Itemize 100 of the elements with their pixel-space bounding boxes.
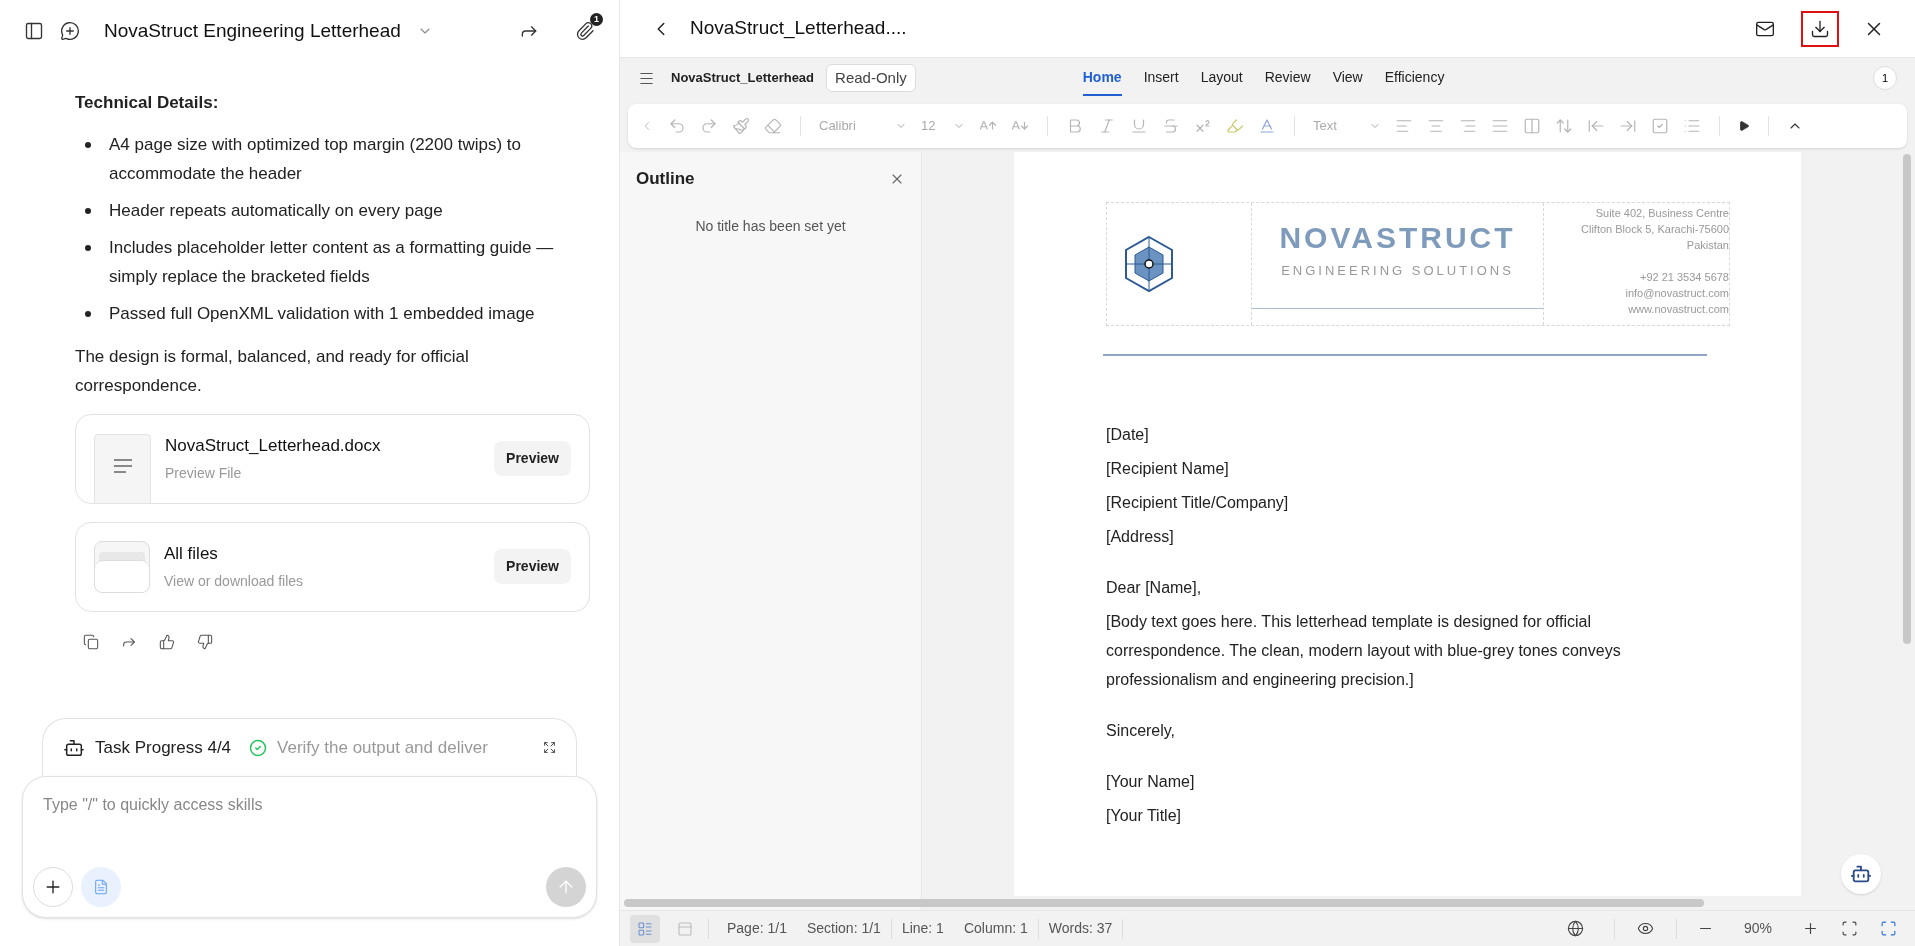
thumbs-down-button[interactable] bbox=[197, 633, 213, 650]
file-name: NovaStruct_Letterhead.docx bbox=[165, 435, 382, 458]
address-line: Pakistan bbox=[1686, 238, 1729, 253]
play-icon[interactable] bbox=[1738, 120, 1750, 132]
columns-icon[interactable] bbox=[1523, 117, 1541, 135]
eye-icon[interactable] bbox=[1636, 920, 1654, 937]
read-only-badge: Read-Only bbox=[826, 63, 916, 93]
new-chat-button[interactable] bbox=[60, 21, 80, 41]
bullet-text: Header repeats automatically on every page bbox=[109, 199, 443, 222]
letter-text: Sincerely, bbox=[1106, 721, 1177, 741]
bullet-text: A4 page size with optimized top margin (2200 twips) to accommodate the header bbox=[109, 133, 522, 185]
ribbon-tab[interactable]: Review bbox=[1264, 60, 1311, 96]
indent-icon[interactable] bbox=[1619, 117, 1637, 135]
align-center-icon[interactable] bbox=[1427, 117, 1445, 135]
bullet-text: Passed full OpenXML validation with 1 embedded image bbox=[109, 302, 535, 325]
thumbs-up-button[interactable] bbox=[159, 633, 175, 650]
fit-page-icon[interactable] bbox=[1841, 920, 1858, 937]
line-spacing-icon[interactable] bbox=[1555, 117, 1573, 135]
zoom-level: 90% bbox=[1743, 919, 1772, 938]
align-right-icon[interactable] bbox=[1459, 117, 1477, 135]
zoom-in-icon[interactable] bbox=[1802, 920, 1819, 937]
format-painter-icon[interactable] bbox=[732, 117, 750, 135]
download-icon bbox=[1810, 18, 1830, 39]
file-card[interactable]: NovaStruct_Letterhead.docx Preview File Preview bbox=[75, 413, 590, 504]
comment-count-badge: 1 bbox=[1873, 66, 1897, 90]
ribbon-tab[interactable]: Home bbox=[1082, 60, 1122, 96]
redo-icon[interactable] bbox=[700, 117, 718, 135]
task-step-text: Verify the output and deliver bbox=[277, 736, 488, 759]
letter-text: [Date] bbox=[1106, 425, 1150, 445]
status-text: Words: 37 bbox=[1047, 919, 1114, 938]
company-name: NOVASTRUCT bbox=[1279, 223, 1516, 253]
undo-icon[interactable] bbox=[668, 117, 686, 135]
bullet-icon bbox=[85, 141, 91, 148]
ribbon-tab[interactable]: Efficiency bbox=[1384, 60, 1445, 96]
page-view-icon bbox=[677, 920, 693, 937]
contact-line: info@novastruct.com bbox=[1625, 286, 1729, 301]
file-subtitle: View or download files bbox=[164, 571, 305, 591]
copy-button[interactable] bbox=[83, 633, 99, 650]
document-name: NovaStruct_Letterhead bbox=[671, 69, 815, 88]
underline-icon[interactable] bbox=[1130, 117, 1148, 135]
file-card[interactable]: All files View or download files Preview bbox=[75, 521, 590, 612]
file-name: All files bbox=[164, 543, 219, 566]
eraser-icon[interactable] bbox=[764, 117, 782, 135]
document-icon bbox=[94, 433, 151, 504]
outdent-icon[interactable] bbox=[1587, 117, 1605, 135]
italic-icon[interactable] bbox=[1098, 117, 1116, 135]
thumbs-up-icon bbox=[159, 633, 175, 650]
sidebar-toggle-icon bbox=[24, 21, 44, 41]
status-text: Section: 1/1 bbox=[805, 919, 882, 938]
download-button[interactable] bbox=[1801, 10, 1839, 47]
contact-line: +92 21 3534 5678 bbox=[1640, 270, 1729, 285]
folder-icon bbox=[94, 540, 150, 593]
fullscreen-icon[interactable] bbox=[1880, 920, 1897, 937]
preview-button[interactable]: Preview bbox=[494, 441, 571, 476]
chat-title: NovaStruct Engineering Letterhead bbox=[104, 18, 401, 43]
robot-icon bbox=[1850, 863, 1872, 885]
globe-icon[interactable] bbox=[1566, 920, 1584, 937]
letter-text: [Address] bbox=[1106, 527, 1175, 547]
expand-icon bbox=[543, 741, 556, 754]
outline-view-icon bbox=[637, 920, 653, 937]
status-text: Page: 1/1 bbox=[726, 919, 788, 938]
preview-button[interactable]: Preview bbox=[494, 549, 571, 584]
new-chat-icon bbox=[60, 21, 80, 41]
superscript-icon[interactable] bbox=[1194, 117, 1212, 135]
status-text: Column: 1 bbox=[962, 919, 1029, 938]
bullet-list-icon[interactable] bbox=[1683, 117, 1701, 135]
font-color-icon[interactable] bbox=[1258, 117, 1276, 135]
highlighter-icon[interactable] bbox=[1226, 117, 1244, 135]
assistant-avatar-button[interactable] bbox=[1841, 854, 1881, 894]
ribbon-tab[interactable]: Insert bbox=[1143, 60, 1179, 96]
bullet-icon bbox=[85, 244, 91, 251]
checkbox-icon[interactable] bbox=[1651, 117, 1669, 135]
summary-paragraph: The design is formal, balanced, and ready for official correspondence. bbox=[75, 345, 470, 397]
letter-text: [Body text goes here. This letterhead template is designed for official correspondence. The clean, modern layout with blue-grey tones conveys professionalism and engineering precision.] bbox=[1106, 612, 1622, 690]
horizontal-scrollbar[interactable] bbox=[624, 899, 1704, 907]
send-button[interactable] bbox=[546, 867, 586, 907]
attachment-button[interactable] bbox=[575, 21, 595, 41]
letter-text: [Recipient Title/Company] bbox=[1106, 493, 1290, 513]
outline-title: Outline bbox=[636, 168, 695, 190]
thumbs-down-icon bbox=[197, 633, 213, 650]
contact-line: www.novastruct.com bbox=[1628, 302, 1729, 317]
outline-view-button[interactable] bbox=[630, 914, 660, 943]
expand-button[interactable] bbox=[543, 741, 556, 754]
attachment-count-badge: 1 bbox=[590, 13, 603, 26]
align-left-icon[interactable] bbox=[1395, 117, 1413, 135]
document-mode-button[interactable] bbox=[81, 867, 121, 907]
status-text: Line: 1 bbox=[900, 919, 945, 938]
sidebar-toggle-button[interactable] bbox=[24, 21, 44, 41]
attachment-icon bbox=[575, 21, 595, 41]
ribbon-tab[interactable]: Layout bbox=[1200, 60, 1243, 96]
strikethrough-icon[interactable] bbox=[1162, 117, 1180, 135]
ribbon-tab[interactable]: View bbox=[1332, 60, 1363, 96]
message-input[interactable]: Type "/" to quickly access skills bbox=[33, 787, 586, 823]
address-line: Suite 402, Business Centre bbox=[1595, 206, 1729, 221]
task-progress-label: Task Progress 4/4 bbox=[95, 736, 232, 759]
company-tagline: ENGINEERING SOLUTIONS bbox=[1281, 262, 1514, 280]
vertical-scrollbar[interactable] bbox=[1903, 154, 1911, 644]
task-progress-card[interactable]: Task Progress 4/4 Verify the output and deliver bbox=[42, 718, 577, 776]
justify-icon[interactable] bbox=[1491, 117, 1509, 135]
bullet-text: Includes placeholder letter content as a formatting guide — simply replace the bracketed fields bbox=[109, 236, 555, 288]
